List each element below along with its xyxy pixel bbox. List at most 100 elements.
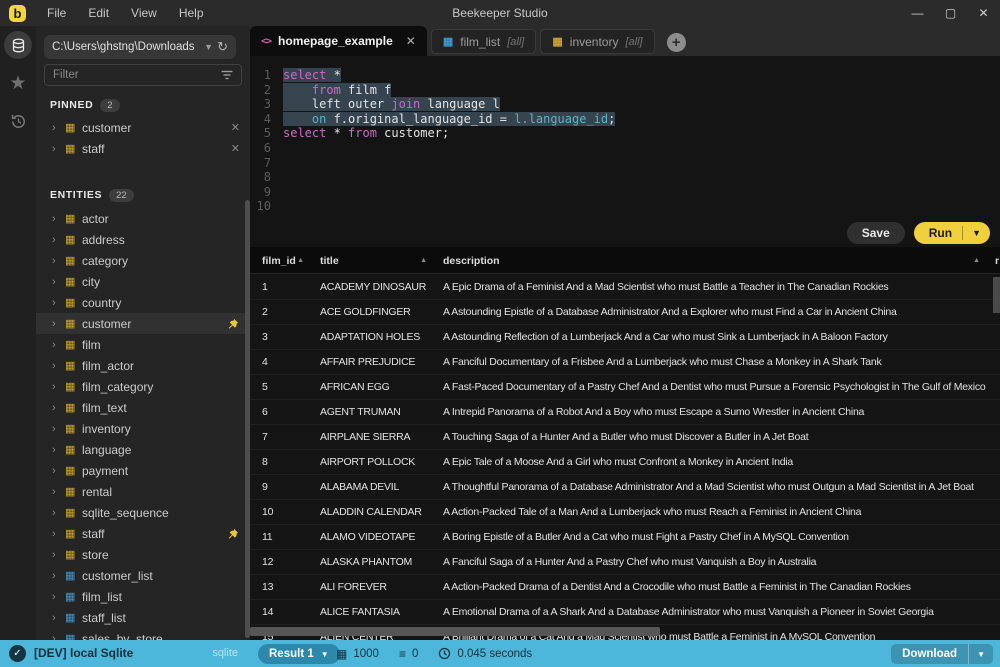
chevron-right-icon[interactable]: ›: [52, 444, 65, 456]
entity-item-staff[interactable]: ›▦staff: [36, 523, 250, 544]
run-dropdown-caret-icon[interactable]: ▼: [963, 228, 990, 238]
chevron-right-icon[interactable]: ›: [52, 381, 65, 393]
chevron-right-icon[interactable]: ›: [52, 339, 65, 351]
cell-film-id[interactable]: 3: [250, 325, 312, 350]
unpin-close-icon[interactable]: ✕: [231, 142, 240, 155]
table-row[interactable]: 1ACADEMY DINOSAURA Epic Drama of a Femin…: [250, 275, 1000, 300]
filter-input[interactable]: [53, 69, 221, 81]
close-icon[interactable]: ✕: [967, 0, 1000, 26]
cell-title[interactable]: ACE GOLDFINGER: [312, 300, 437, 325]
entity-item-sales_by_store[interactable]: ›▦sales_by_store: [36, 628, 250, 640]
cell-description[interactable]: A Fast-Paced Documentary of a Pastry Che…: [437, 375, 997, 400]
chevron-right-icon[interactable]: ›: [52, 549, 65, 561]
menu-edit[interactable]: Edit: [77, 0, 120, 26]
entity-item-customer_list[interactable]: ›▦customer_list: [36, 565, 250, 586]
chevron-right-icon[interactable]: ›: [52, 633, 65, 641]
cell-description[interactable]: A Touching Saga of a Hunter And a Butler…: [437, 425, 997, 450]
tab-inventory[interactable]: ▦inventory[all]: [540, 29, 654, 54]
cell-title[interactable]: ALI FOREVER: [312, 575, 437, 600]
sidebar-scrollbar[interactable]: [245, 200, 250, 638]
chevron-right-icon[interactable]: ›: [52, 612, 65, 624]
chevron-right-icon[interactable]: ›: [52, 234, 65, 246]
chevron-right-icon[interactable]: ›: [52, 528, 65, 540]
favorites-panel-button[interactable]: ★: [0, 64, 36, 102]
table-row[interactable]: 8AIRPORT POLLOCKA Epic Tale of a Moose A…: [250, 450, 1000, 475]
pinned-item-staff[interactable]: ›▦staff✕: [36, 138, 250, 159]
new-tab-button[interactable]: +: [667, 33, 686, 52]
cell-description[interactable]: A Astounding Epistle of a Database Admin…: [437, 300, 997, 325]
chevron-right-icon[interactable]: ›: [52, 318, 65, 330]
cell-film-id[interactable]: 5: [250, 375, 312, 400]
cell-title[interactable]: ALADDIN CALENDAR: [312, 500, 437, 525]
cell-description[interactable]: A Astounding Reflection of a Lumberjack …: [437, 325, 997, 350]
cell-film-id[interactable]: 14: [250, 600, 312, 625]
table-row[interactable]: 7AIRPLANE SIERRAA Touching Saga of a Hun…: [250, 425, 1000, 450]
cell-film-id[interactable]: 10: [250, 500, 312, 525]
tables-panel-button[interactable]: [0, 26, 36, 64]
entity-item-address[interactable]: ›▦address: [36, 229, 250, 250]
cell-film-id[interactable]: 9: [250, 475, 312, 500]
clipped-column-header[interactable]: r: [995, 247, 999, 274]
tab-close-icon[interactable]: ✕: [406, 34, 416, 48]
chevron-right-icon[interactable]: ›: [52, 591, 65, 603]
cell-film-id[interactable]: 7: [250, 425, 312, 450]
entity-item-film_category[interactable]: ›▦film_category: [36, 376, 250, 397]
minimize-icon[interactable]: —: [901, 0, 934, 26]
cell-title[interactable]: AIRPORT POLLOCK: [312, 450, 437, 475]
cell-description[interactable]: A Epic Drama of a Feminist And a Mad Sci…: [437, 275, 997, 300]
entity-item-payment[interactable]: ›▦payment: [36, 460, 250, 481]
entity-item-film_list[interactable]: ›▦film_list: [36, 586, 250, 607]
cell-description[interactable]: A Epic Tale of a Moose And a Girl who mu…: [437, 450, 997, 475]
results-horizontal-scrollbar[interactable]: [250, 627, 660, 636]
entity-item-film_text[interactable]: ›▦film_text: [36, 397, 250, 418]
chevron-right-icon[interactable]: ›: [52, 122, 65, 134]
chevron-right-icon[interactable]: ›: [52, 423, 65, 435]
tab-film_list[interactable]: ▦film_list[all]: [431, 29, 537, 54]
entity-item-staff_list[interactable]: ›▦staff_list: [36, 607, 250, 628]
table-row[interactable]: 2ACE GOLDFINGERA Astounding Epistle of a…: [250, 300, 1000, 325]
table-row[interactable]: 6AGENT TRUMANA Intrepid Panorama of a Ro…: [250, 400, 1000, 425]
results-vertical-scrollbar[interactable]: [993, 277, 1000, 313]
entity-item-sqlite_sequence[interactable]: ›▦sqlite_sequence: [36, 502, 250, 523]
download-button[interactable]: Download ▼: [891, 644, 993, 664]
menu-view[interactable]: View: [120, 0, 168, 26]
entity-item-country[interactable]: ›▦country: [36, 292, 250, 313]
column-header-description[interactable]: description▲: [437, 247, 988, 274]
cell-description[interactable]: A Fanciful Saga of a Hunter And a Pastry…: [437, 550, 997, 575]
sql-editor[interactable]: 12345678910 select * from film f left ou…: [250, 56, 1000, 218]
cell-title[interactable]: AGENT TRUMAN: [312, 400, 437, 425]
entity-item-category[interactable]: ›▦category: [36, 250, 250, 271]
cell-film-id[interactable]: 12: [250, 550, 312, 575]
cell-description[interactable]: A Intrepid Panorama of a Robot And a Boy…: [437, 400, 997, 425]
cell-description[interactable]: A Fanciful Documentary of a Frisbee And …: [437, 350, 997, 375]
chevron-right-icon[interactable]: ›: [52, 297, 65, 309]
table-row[interactable]: 9ALABAMA DEVILA Thoughtful Panorama of a…: [250, 475, 1000, 500]
chevron-right-icon[interactable]: ›: [52, 213, 65, 225]
table-row[interactable]: 13ALI FOREVERA Action-Packed Drama of a …: [250, 575, 1000, 600]
table-row[interactable]: 12ALASKA PHANTOMA Fanciful Saga of a Hun…: [250, 550, 1000, 575]
cell-description[interactable]: A Thoughtful Panorama of a Database Admi…: [437, 475, 997, 500]
cell-film-id[interactable]: 2: [250, 300, 312, 325]
chevron-right-icon[interactable]: ›: [52, 402, 65, 414]
chevron-right-icon[interactable]: ›: [52, 465, 65, 477]
run-label[interactable]: Run: [914, 226, 962, 240]
chevron-right-icon[interactable]: ›: [52, 276, 65, 288]
entity-item-film_actor[interactable]: ›▦film_actor: [36, 355, 250, 376]
chevron-right-icon[interactable]: ›: [52, 360, 65, 372]
table-row[interactable]: 3ADAPTATION HOLESA Astounding Reflection…: [250, 325, 1000, 350]
table-row[interactable]: 11ALAMO VIDEOTAPEA Boring Epistle of a B…: [250, 525, 1000, 550]
chevron-right-icon[interactable]: ›: [52, 255, 65, 267]
column-header-title[interactable]: title▲: [312, 247, 437, 274]
result-selector-button[interactable]: Result 1 ▼: [258, 644, 340, 664]
entity-item-store[interactable]: ›▦store: [36, 544, 250, 565]
cell-title[interactable]: AFRICAN EGG: [312, 375, 437, 400]
cell-film-id[interactable]: 6: [250, 400, 312, 425]
sort-asc-icon[interactable]: ▲: [973, 257, 980, 264]
cell-film-id[interactable]: 11: [250, 525, 312, 550]
cell-title[interactable]: AFFAIR PREJUDICE: [312, 350, 437, 375]
entity-item-customer[interactable]: ›▦customer: [36, 313, 250, 334]
entity-item-language[interactable]: ›▦language: [36, 439, 250, 460]
chevron-right-icon[interactable]: ›: [52, 143, 65, 155]
editor-code[interactable]: select * from film f left outer join lan…: [278, 68, 1000, 218]
sort-asc-icon[interactable]: ▲: [297, 257, 304, 264]
